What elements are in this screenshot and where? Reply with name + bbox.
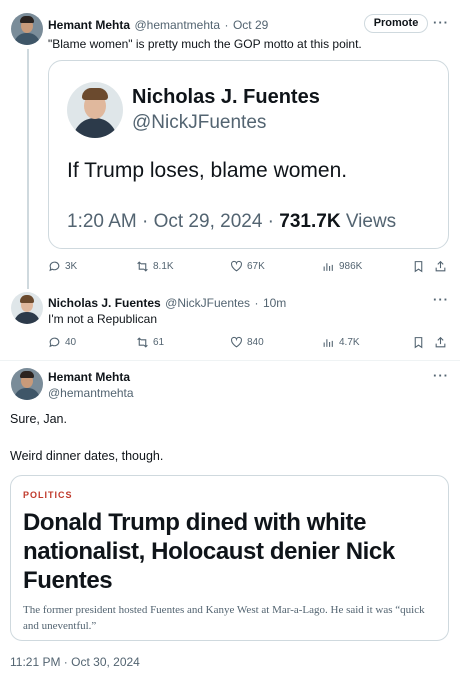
more-icon[interactable]: ··· [433, 292, 449, 307]
author-handle[interactable]: @hemantmehta [48, 386, 134, 400]
repost-icon [137, 337, 148, 348]
avatar-hemant[interactable] [11, 368, 43, 400]
views-button[interactable]: 986K [322, 260, 362, 273]
share-button[interactable] [434, 336, 447, 349]
author-handle[interactable]: @hemantmehta [134, 18, 220, 32]
promote-button[interactable]: Promote [364, 14, 428, 33]
bookmark-button[interactable] [412, 336, 425, 349]
repost-button[interactable]: 61 [136, 336, 164, 349]
share-icon [435, 336, 446, 348]
share-button[interactable] [434, 260, 447, 273]
action-bar: 40 61 840 4.7K [48, 336, 448, 352]
more-icon[interactable]: ··· [433, 368, 449, 383]
views-icon [323, 339, 333, 347]
bookmark-button[interactable] [412, 260, 425, 273]
author-name[interactable]: Hemant Mehta [48, 18, 130, 32]
like-icon [231, 260, 242, 272]
bookmark-icon [414, 261, 423, 273]
post-timestamp[interactable]: 11:21 PM · Oct 30, 2024 [10, 655, 140, 669]
link-preview-card[interactable]: POLITICS Donald Trump dined with white n… [10, 475, 449, 641]
reply-icon [49, 337, 60, 348]
quoted-views-count: 731.7K [279, 211, 341, 232]
views-button[interactable]: 4.7K [322, 336, 360, 349]
like-button[interactable]: 840 [230, 336, 264, 349]
quoted-author-handle: @NickJFuentes [132, 112, 267, 133]
like-icon [231, 336, 242, 348]
tweet-text-line2: Weird dinner dates, though. [10, 449, 164, 463]
thread-line [27, 49, 29, 289]
quoted-tweet[interactable]: Nicholas J. Fuentes @NickJFuentes If Tru… [48, 60, 449, 249]
tweet-text-line1: Sure, Jan. [10, 412, 67, 426]
divider [0, 360, 460, 361]
like-button[interactable]: 67K [230, 260, 265, 273]
bookmark-icon [414, 337, 423, 349]
article-description: The former president hosted Fuentes and … [23, 604, 425, 632]
reply-button[interactable]: 3K [48, 260, 77, 273]
repost-icon [137, 261, 148, 272]
article-headline: Donald Trump dined with white nationalis… [23, 509, 395, 594]
author-name[interactable]: Nicholas J. Fuentes [48, 296, 161, 310]
more-icon[interactable]: ··· [433, 15, 449, 30]
quoted-timestamp: 1:20 AM · Oct 29, 2024 · 731.7K Views [67, 211, 397, 232]
quoted-text: If Trump loses, blame women. [67, 159, 348, 182]
post-age[interactable]: 10m [263, 296, 286, 310]
avatar-fuentes-small[interactable] [11, 292, 43, 324]
repost-button[interactable]: 8.1K [136, 260, 174, 273]
quoted-author-name: Nicholas J. Fuentes [132, 86, 320, 108]
share-icon [435, 260, 446, 272]
avatar-fuentes [67, 82, 123, 138]
action-bar: 3K 8.1K 67K 986K [48, 260, 448, 276]
tweet-text: "Blame women" is pretty much the GOP mot… [48, 37, 362, 51]
article-category: POLITICS [23, 490, 73, 500]
avatar-hemant[interactable] [11, 13, 43, 45]
author-handle[interactable]: @NickJFuentes [165, 296, 250, 310]
reply-icon [49, 261, 60, 272]
views-icon [323, 263, 333, 271]
author-name[interactable]: Hemant Mehta [48, 370, 130, 384]
tweet-text: I'm not a Republican [48, 312, 158, 326]
reply-button[interactable]: 40 [48, 336, 76, 349]
post-date[interactable]: Oct 29 [233, 18, 268, 32]
